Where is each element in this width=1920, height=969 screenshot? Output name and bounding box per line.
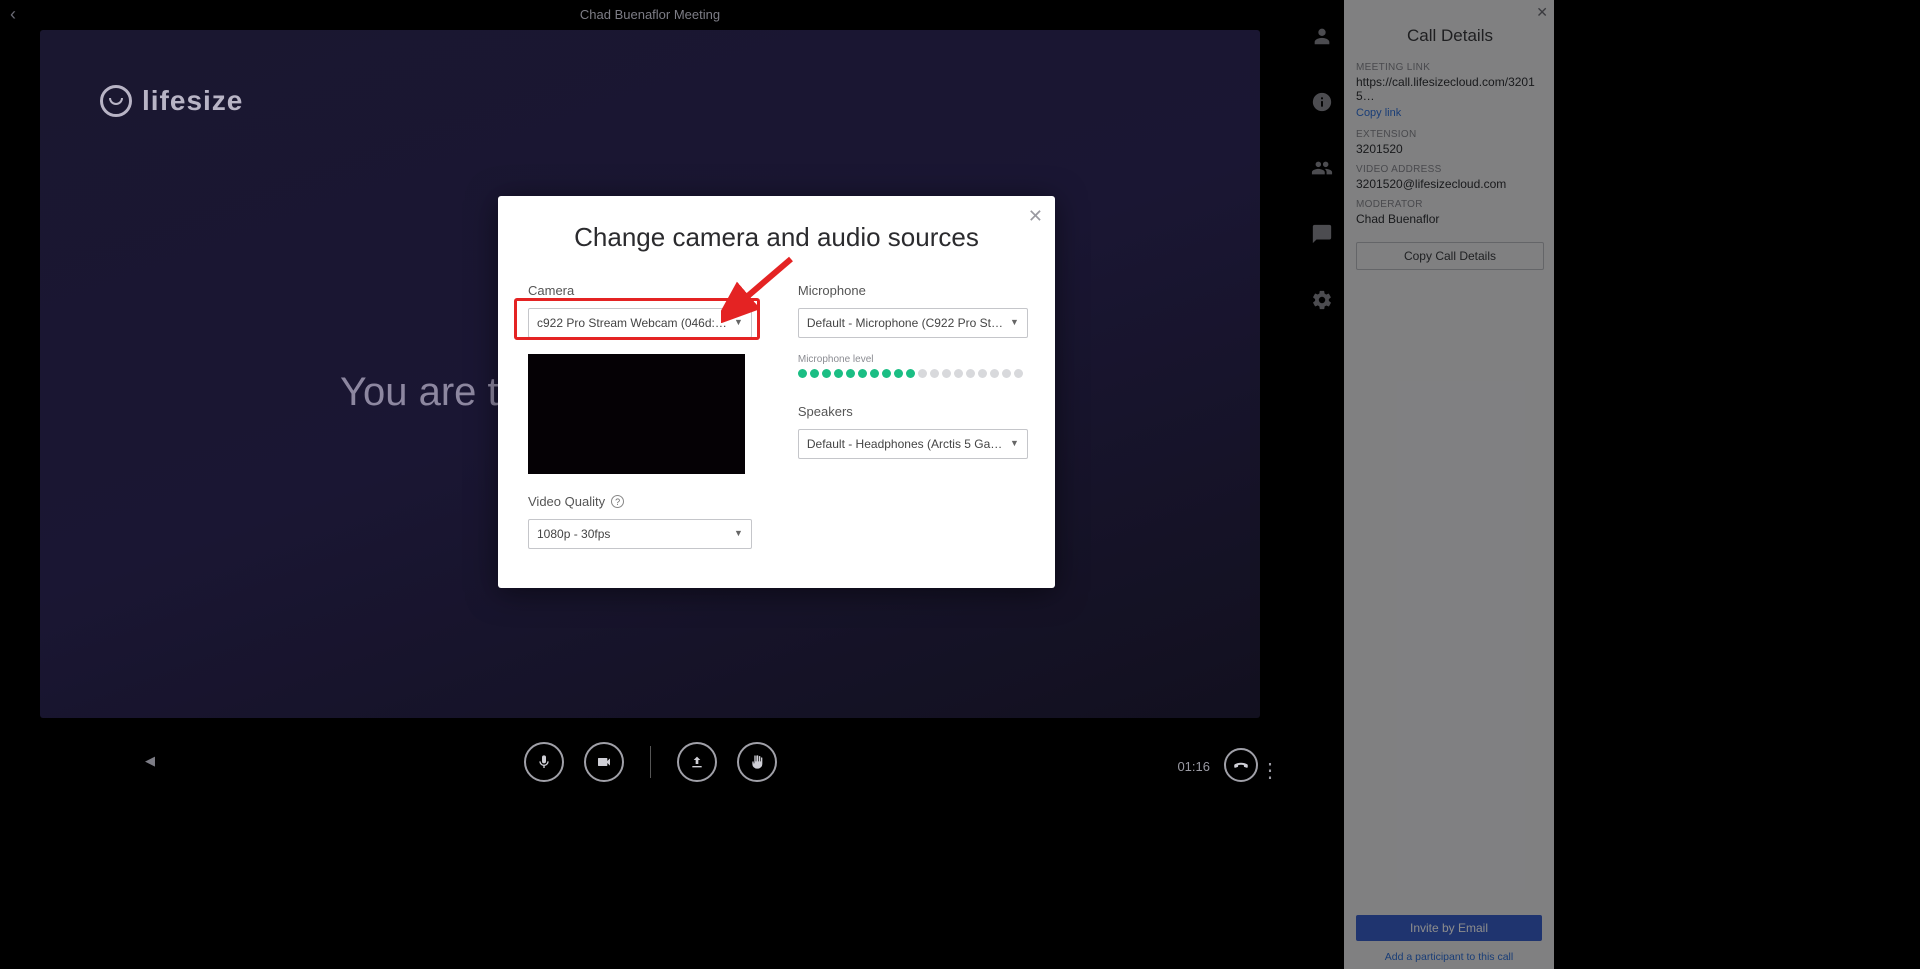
meeting-title: Chad Buenaflor Meeting	[580, 7, 720, 22]
extension-value: 3201520	[1356, 142, 1544, 156]
toggle-camera-button[interactable]	[584, 742, 624, 782]
mic-level-segment	[966, 369, 975, 378]
meeting-link-value: https://call.lifesizecloud.com/32015…	[1356, 75, 1544, 103]
logo-icon	[100, 85, 132, 117]
modal-title: Change camera and audio sources	[528, 222, 1025, 253]
elapsed-time: 01:16	[1177, 759, 1210, 774]
video-quality-select[interactable]: 1080p - 30fps	[528, 519, 752, 549]
mic-level-segment	[798, 369, 807, 378]
mic-level-segment	[894, 369, 903, 378]
invite-by-email-button[interactable]: Invite by Email	[1356, 915, 1542, 941]
share-icon	[689, 754, 705, 770]
top-bar: ‹ Chad Buenaflor Meeting	[0, 0, 1300, 28]
mic-level-segment	[906, 369, 915, 378]
brand-logo: lifesize	[100, 85, 243, 117]
hand-icon	[749, 754, 765, 770]
call-details-panel: ✕ Call Details Meeting Link https://call…	[1344, 0, 1554, 969]
back-icon[interactable]: ‹	[10, 4, 16, 25]
camera-icon	[596, 754, 612, 770]
mic-level-segment	[1014, 369, 1023, 378]
panel-title: Call Details	[1356, 26, 1544, 46]
participants-icon[interactable]	[1300, 14, 1344, 58]
close-panel-icon[interactable]: ✕	[1536, 4, 1548, 21]
close-modal-icon[interactable]: ✕	[1028, 206, 1043, 227]
mic-level-segment	[846, 369, 855, 378]
add-participant-link[interactable]: Add a participant to this call	[1356, 951, 1542, 963]
video-quality-label: Video Quality ?	[528, 494, 752, 509]
camera-label: Camera	[528, 283, 752, 298]
mic-level-segment	[930, 369, 939, 378]
people-icon[interactable]	[1300, 146, 1344, 190]
mic-level-label: Microphone level	[798, 354, 1028, 365]
speakers-select[interactable]: Default - Headphones (Arctis 5 Ga…	[798, 429, 1028, 459]
mic-level-segment	[942, 369, 951, 378]
mic-level-segment	[990, 369, 999, 378]
chat-icon[interactable]	[1300, 212, 1344, 256]
microphone-select[interactable]: Default - Microphone (C922 Pro St…	[798, 308, 1028, 338]
copy-link[interactable]: Copy link	[1356, 107, 1401, 119]
mic-level-segment	[918, 369, 927, 378]
av-settings-modal: ✕ Change camera and audio sources Camera…	[498, 196, 1055, 588]
mic-level-segment	[882, 369, 891, 378]
camera-preview	[528, 354, 745, 474]
camera-select-value: c922 Pro Stream Webcam (046d:…	[537, 316, 727, 330]
end-call-button[interactable]	[1224, 748, 1258, 782]
settings-icon[interactable]	[1300, 278, 1344, 322]
audio-column: Microphone Default - Microphone (C922 Pr…	[798, 283, 1028, 549]
mute-mic-button[interactable]	[524, 742, 564, 782]
mic-level-segment	[858, 369, 867, 378]
video-quality-value: 1080p - 30fps	[537, 527, 610, 541]
only-participant-text: You are th	[340, 370, 521, 415]
controls-separator	[650, 746, 651, 778]
moderator-value: Chad Buenaflor	[1356, 212, 1544, 226]
more-options-button[interactable]: ⋮	[1260, 765, 1280, 777]
raise-hand-button[interactable]	[737, 742, 777, 782]
help-icon[interactable]: ?	[611, 495, 624, 508]
camera-column: Camera c922 Pro Stream Webcam (046d:… Vi…	[528, 283, 752, 549]
hangup-icon	[1232, 756, 1250, 774]
video-address-label: Video Address	[1356, 164, 1544, 175]
mic-level-segment	[822, 369, 831, 378]
mic-level-segment	[834, 369, 843, 378]
microphone-label: Microphone	[798, 283, 1028, 298]
moderator-label: Moderator	[1356, 199, 1544, 210]
info-icon[interactable]	[1300, 80, 1344, 124]
share-screen-button[interactable]	[677, 742, 717, 782]
video-address-value: 3201520@lifesizecloud.com	[1356, 177, 1544, 191]
mic-level-segment	[870, 369, 879, 378]
microphone-icon	[536, 754, 552, 770]
extension-label: Extension	[1356, 129, 1544, 140]
brand-name: lifesize	[142, 85, 243, 117]
speakers-value: Default - Headphones (Arctis 5 Ga…	[807, 437, 1002, 451]
side-rail	[1300, 0, 1344, 969]
speakers-label: Speakers	[798, 404, 1028, 419]
mic-level-segment	[810, 369, 819, 378]
mic-level-segment	[1002, 369, 1011, 378]
meeting-link-label: Meeting Link	[1356, 62, 1544, 73]
mic-level-meter	[798, 369, 1028, 378]
microphone-value: Default - Microphone (C922 Pro St…	[807, 316, 1003, 330]
mic-level-segment	[954, 369, 963, 378]
copy-call-details-button[interactable]: Copy Call Details	[1356, 242, 1544, 270]
call-controls	[0, 734, 1300, 789]
mic-level-segment	[978, 369, 987, 378]
camera-select[interactable]: c922 Pro Stream Webcam (046d:…	[528, 308, 752, 338]
